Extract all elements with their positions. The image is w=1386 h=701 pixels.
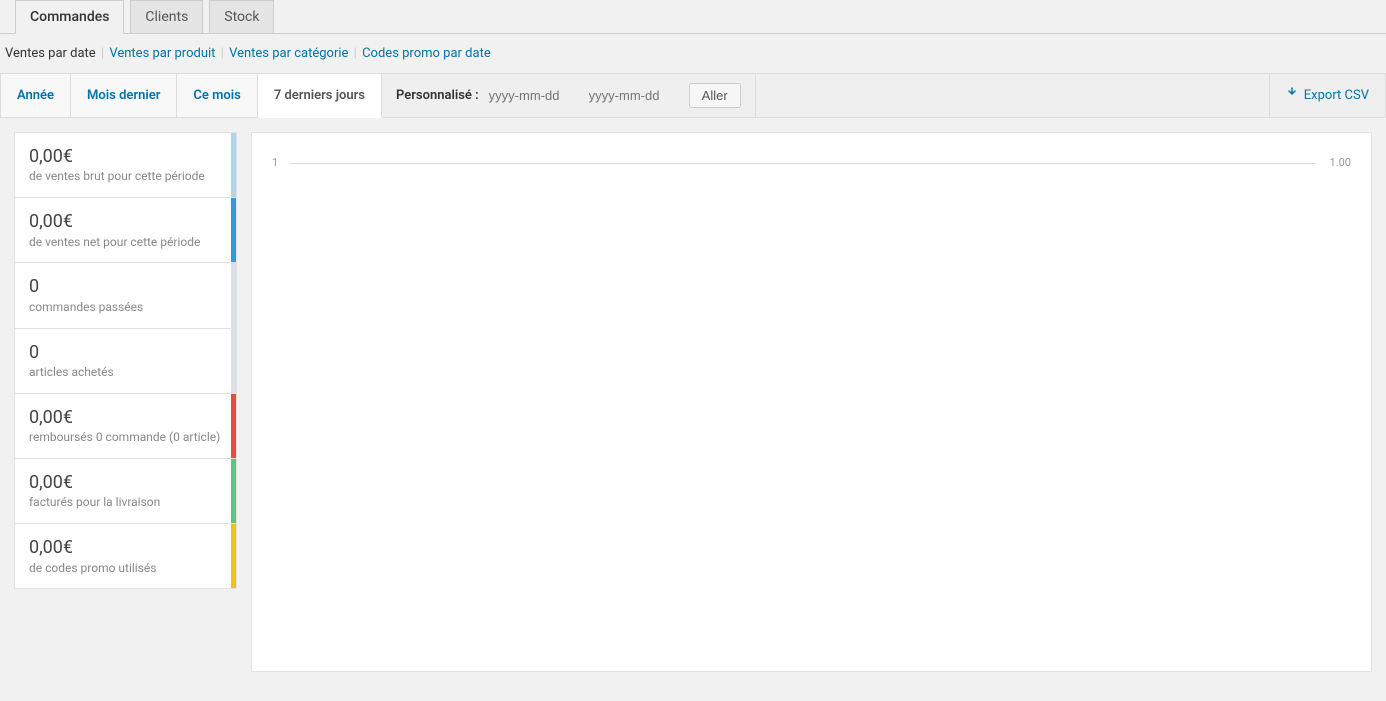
export-csv-button[interactable]: Export CSV [1269, 74, 1385, 117]
summary-desc: facturés pour la livraison [29, 494, 224, 511]
range-last-7-days[interactable]: 7 derniers jours [258, 74, 382, 118]
date-to-input[interactable] [589, 88, 679, 103]
summary-desc: de ventes net pour cette période [29, 234, 224, 251]
subnav-by-category[interactable]: Ventes par catégorie [229, 46, 348, 61]
report-subnav: Ventes par date | Ventes par produit | V… [0, 34, 1386, 73]
summary-value: 0,00€ [29, 145, 224, 168]
summary-value: 0 [29, 341, 224, 364]
summary-value: 0,00€ [29, 536, 224, 559]
tab-stock[interactable]: Stock [209, 0, 274, 34]
chart-tick-left: 1 [272, 156, 278, 169]
separator: | [221, 46, 224, 61]
subnav-coupons[interactable]: Codes promo par date [362, 46, 491, 61]
chart-pane: 1 1.00 [251, 132, 1372, 672]
summary-value: 0,00€ [29, 210, 224, 233]
range-this-month[interactable]: Ce mois [177, 74, 257, 117]
spacer [756, 74, 1269, 117]
summary-value: 0,00€ [29, 471, 224, 494]
separator: | [101, 46, 104, 61]
summary-shipping[interactable]: 0,00€ facturés pour la livraison [14, 459, 237, 524]
custom-label: Personnalisé : [396, 88, 479, 103]
export-csv-label: Export CSV [1304, 88, 1369, 103]
date-from-input[interactable] [489, 88, 579, 103]
tab-clients[interactable]: Clients [130, 0, 203, 34]
summary-list: 0,00€ de ventes brut pour cette période … [14, 132, 237, 589]
tab-commandes[interactable]: Commandes [15, 0, 124, 34]
date-range-row: Année Mois dernier Ce mois 7 derniers jo… [0, 73, 1386, 118]
download-icon [1286, 87, 1298, 103]
range-year[interactable]: Année [1, 74, 71, 117]
top-tabs: Commandes Clients Stock [0, 0, 1386, 34]
summary-desc: remboursés 0 commande (0 article) [29, 429, 224, 446]
summary-value: 0,00€ [29, 406, 224, 429]
summary-desc: de ventes brut pour cette période [29, 168, 224, 185]
separator: | [354, 46, 357, 61]
summary-desc: commandes passées [29, 299, 224, 316]
summary-value: 0 [29, 275, 224, 298]
chart-tick-right: 1.00 [1330, 156, 1351, 169]
range-custom: Personnalisé : Aller [382, 74, 756, 117]
summary-desc: articles achetés [29, 364, 224, 381]
subnav-by-product[interactable]: Ventes par produit [109, 46, 215, 61]
report-body: 0,00€ de ventes brut pour cette période … [0, 118, 1386, 672]
subnav-by-date[interactable]: Ventes par date [5, 46, 96, 61]
go-button[interactable]: Aller [689, 83, 741, 108]
summary-coupons[interactable]: 0,00€ de codes promo utilisés [14, 524, 237, 589]
chart-axis-line [290, 163, 1315, 164]
range-last-month[interactable]: Mois dernier [71, 74, 177, 117]
summary-net-sales[interactable]: 0,00€ de ventes net pour cette période [14, 198, 237, 263]
summary-desc: de codes promo utilisés [29, 560, 224, 577]
summary-items[interactable]: 0 articles achetés [14, 329, 237, 394]
summary-orders[interactable]: 0 commandes passées [14, 263, 237, 328]
summary-gross-sales[interactable]: 0,00€ de ventes brut pour cette période [14, 132, 237, 198]
summary-refunds[interactable]: 0,00€ remboursés 0 commande (0 article) [14, 394, 237, 459]
